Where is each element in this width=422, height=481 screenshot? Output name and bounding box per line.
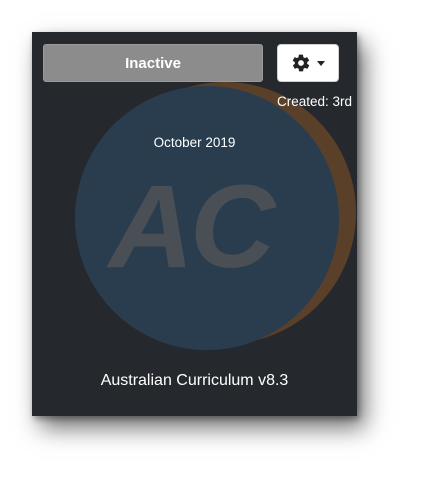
gear-icon [292,54,310,72]
caret-down-icon [317,60,325,66]
page: AC Inactive Created: 3rd October 2019 Au… [0,0,422,481]
status-button[interactable]: Inactive [43,44,263,82]
curriculum-card[interactable]: AC Inactive Created: 3rd October 2019 Au… [32,32,357,416]
logo-letters: AC [106,161,277,293]
status-label: Inactive [125,55,181,72]
created-prefix: Created: 3rd [277,94,353,109]
ac-logo: AC [75,82,356,350]
created-date: October 2019 [153,135,236,150]
card-title[interactable]: Australian Curriculum v8.3 [32,372,357,390]
settings-dropdown-button[interactable] [277,44,339,82]
